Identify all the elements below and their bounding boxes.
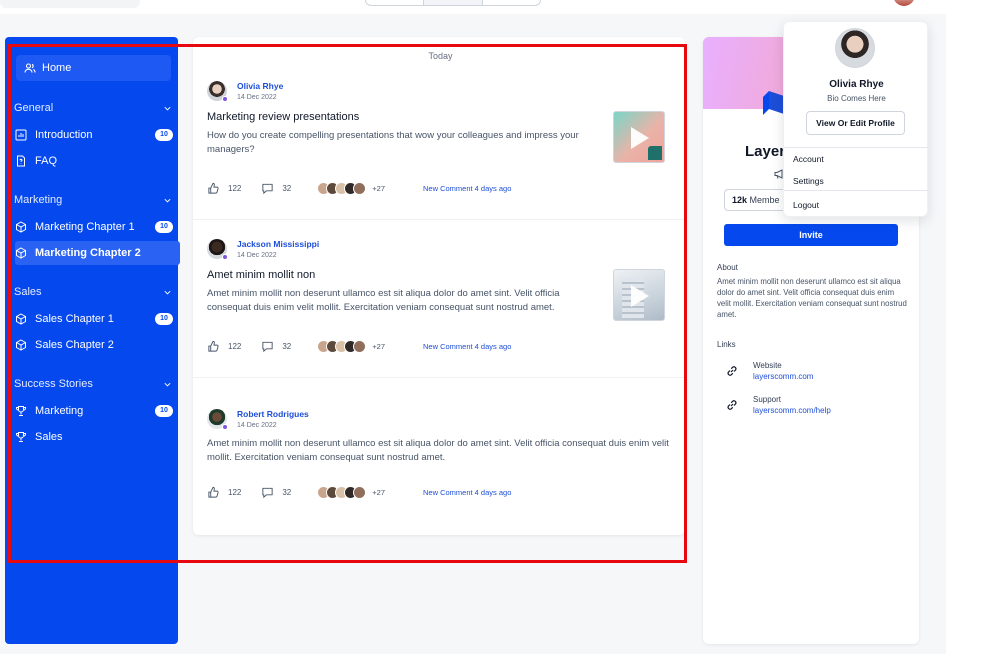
avatar: [835, 28, 875, 68]
link-label: Website: [753, 361, 782, 370]
link-label: Support: [753, 395, 782, 404]
profile-dropdown: Olivia Rhye Bio Comes Here View Or Edit …: [783, 21, 929, 217]
profile-name: Olivia Rhye: [829, 79, 884, 90]
view-switcher[interactable]: [365, 0, 541, 6]
members-number: 12k: [732, 195, 748, 205]
link-icon: [727, 366, 737, 376]
links-heading: Links: [717, 340, 736, 349]
menu-item-settings[interactable]: Settings: [793, 176, 824, 186]
view-switcher-option-1[interactable]: [366, 0, 425, 5]
profile-bio: Bio Comes Here: [827, 94, 886, 103]
highlight-box: [8, 44, 687, 563]
link-support[interactable]: Support layerscomm.com/help: [725, 395, 831, 415]
edit-profile-button[interactable]: View Or Edit Profile: [806, 111, 905, 135]
link-website[interactable]: Website layerscomm.com: [725, 361, 813, 381]
members-label: Membe: [749, 195, 780, 205]
menu-item-logout[interactable]: Logout: [793, 200, 819, 210]
user-avatar[interactable]: [893, 0, 915, 6]
link-url[interactable]: layerscomm.com: [753, 372, 813, 381]
view-switcher-option-2[interactable]: [424, 0, 483, 5]
divider: [784, 147, 929, 148]
logo-area[interactable]: [0, 0, 140, 8]
menu-item-account[interactable]: Account: [793, 154, 824, 164]
community-name: Layer: [745, 143, 786, 160]
link-icon: [727, 400, 737, 410]
invite-button[interactable]: Invite: [724, 224, 898, 246]
link-url[interactable]: layerscomm.com/help: [753, 406, 831, 415]
divider: [784, 190, 929, 191]
about-text: Amet minim mollit non deserunt ullamco e…: [717, 277, 907, 319]
view-switcher-option-3[interactable]: [483, 0, 540, 5]
top-bar: [0, 0, 946, 14]
about-heading: About: [717, 263, 738, 272]
